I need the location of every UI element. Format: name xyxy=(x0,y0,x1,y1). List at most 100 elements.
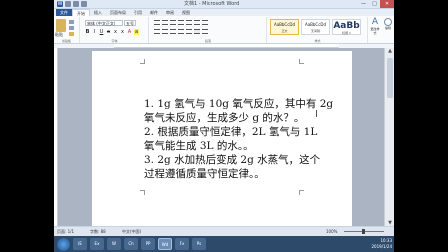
highlight-button[interactable]: a xyxy=(134,29,139,35)
doc-line-3[interactable]: 2. 根据质量守恒定律，2L 氢气与 1L xyxy=(144,125,317,139)
style-heading-1-sample: AaBb xyxy=(333,21,360,31)
strikethrough-button[interactable]: a xyxy=(106,29,111,35)
ribbon-tabs: 文件 开始 插入 页面布局 引用 邮件 审阅 视图 xyxy=(54,8,394,17)
copy-icon[interactable] xyxy=(69,26,74,30)
underline-button[interactable]: U xyxy=(99,29,104,35)
multilevel-list-icon[interactable] xyxy=(170,20,176,25)
window-controls: — □ ✕ xyxy=(358,0,394,8)
bullets-icon[interactable] xyxy=(154,20,160,25)
vertical-scrollbar[interactable]: ▲ ▼ xyxy=(384,48,394,226)
borders-icon[interactable] xyxy=(202,29,208,34)
shading-icon[interactable] xyxy=(194,29,200,34)
taskbar-powerpoint[interactable]: PP xyxy=(141,238,155,250)
system-tray-clock[interactable]: 10:33 2019/1/24 xyxy=(371,238,392,250)
document-area: 1. 1g 氢气与 10g 氧气反应，其中有 2g 氧气未反应，生成多少 g 的… xyxy=(58,48,384,226)
tab-view[interactable]: 视图 xyxy=(178,9,194,16)
redo-icon[interactable] xyxy=(81,1,87,7)
taskbar-photoshop[interactable]: Ps xyxy=(192,238,206,250)
justify-icon[interactable] xyxy=(178,29,184,34)
align-left-icon[interactable] xyxy=(154,29,160,34)
increase-indent-icon[interactable] xyxy=(186,20,192,25)
word-logo-icon: W xyxy=(57,1,63,7)
change-styles-icon: A xyxy=(371,17,379,27)
zoom-slider[interactable] xyxy=(344,229,384,234)
window-title: 文档1 - Microsoft Word xyxy=(184,1,240,7)
text-cursor xyxy=(316,110,317,117)
style-no-spacing-name: 无间隔 xyxy=(310,29,320,33)
taskbar-explorer[interactable]: Ex xyxy=(90,238,104,250)
zoom-slider-knob[interactable] xyxy=(362,229,365,234)
font-name-box[interactable]: 宋体 (中文正文) xyxy=(85,20,123,26)
font-size-box[interactable]: 五号 xyxy=(124,20,136,26)
paragraph-group: 段落 xyxy=(150,17,267,43)
tab-references[interactable]: 引用 xyxy=(130,9,146,16)
format-buttons: B I U a x x A a xyxy=(85,29,139,35)
bold-button[interactable]: B xyxy=(85,29,90,35)
change-styles-label: 更改样式 xyxy=(370,27,380,35)
change-styles-button[interactable]: A 更改样式 xyxy=(370,17,380,36)
subscript-button[interactable]: x xyxy=(113,29,118,35)
align-right-icon[interactable] xyxy=(170,29,176,34)
style-heading-1[interactable]: AaBb 标题 1 xyxy=(332,19,361,35)
paste-icon[interactable] xyxy=(56,19,66,32)
decrease-indent-icon[interactable] xyxy=(178,20,184,25)
align-center-icon[interactable] xyxy=(162,29,168,34)
style-heading-1-name: 标题 1 xyxy=(342,31,351,35)
word-window: W 文档1 - Microsoft Word — □ ✕ 文件 开始 插入 页面… xyxy=(54,0,394,252)
start-button[interactable] xyxy=(57,237,70,251)
tab-insert[interactable]: 插入 xyxy=(90,9,106,16)
line-spacing-icon[interactable] xyxy=(186,29,192,34)
tab-page-layout[interactable]: 页面布局 xyxy=(106,9,130,16)
doc-line-4[interactable]: 氧气能生成 3L 的水。。 xyxy=(144,139,310,153)
sort-icon[interactable] xyxy=(194,20,200,25)
find-icon xyxy=(384,18,392,26)
doc-line-2[interactable]: 氧气未反应，生成多少 g 的水？。 xyxy=(144,111,310,125)
superscript-button[interactable]: x xyxy=(120,29,125,35)
scroll-thumb[interactable] xyxy=(387,58,393,98)
doc-line-6[interactable]: 过程遵循质量守恒定律。。 xyxy=(144,167,310,181)
taskbar: IE Ex W Ch PP Wd Fx Ps 10:33 2019/1/24 xyxy=(54,236,394,252)
italic-button[interactable]: I xyxy=(92,29,97,35)
margin-mark-bottom-right xyxy=(299,190,304,195)
align-buttons xyxy=(154,29,208,34)
styles-group-label: 样式 xyxy=(314,39,321,43)
scroll-up-icon[interactable]: ▲ xyxy=(385,48,394,54)
numbering-icon[interactable] xyxy=(162,20,168,25)
style-no-spacing[interactable]: AaBbCcDd 无间隔 xyxy=(301,19,330,35)
margin-mark-top-left xyxy=(140,59,145,64)
minimize-button[interactable]: — xyxy=(358,0,369,8)
doc-line-5[interactable]: 3. 2g 水加热后变成 2g 水蒸气，这个 xyxy=(144,153,320,167)
edit-label: 编辑 xyxy=(384,26,391,30)
doc-line-1[interactable]: 1. 1g 氢气与 10g 氧气反应，其中有 2g xyxy=(144,97,333,111)
font-group-label: 字体 xyxy=(111,39,118,43)
clipboard-group-label: 剪贴板 xyxy=(61,39,71,43)
quick-access-toolbar: W xyxy=(57,1,87,7)
status-bar: 页面: 1/1 字数: 88 中文(中国) 100% xyxy=(54,226,394,236)
taskbar-firefox[interactable]: Fx xyxy=(175,238,189,250)
tab-mailings[interactable]: 邮件 xyxy=(146,9,162,16)
show-marks-icon[interactable] xyxy=(202,20,208,25)
save-icon[interactable] xyxy=(65,1,71,7)
tab-file[interactable]: 文件 xyxy=(56,9,72,16)
undo-icon[interactable] xyxy=(73,1,79,7)
taskbar-chrome[interactable]: Ch xyxy=(124,238,138,250)
style-normal-name: 正文 xyxy=(281,29,288,33)
clipboard-group: 粘贴 剪贴板 xyxy=(54,17,80,43)
taskbar-word[interactable]: Wd xyxy=(158,238,172,250)
font-color-button[interactable]: A xyxy=(127,29,132,35)
document-page[interactable]: 1. 1g 氢气与 10g 氧气反应，其中有 2g 氧气未反应，生成多少 g 的… xyxy=(92,51,352,226)
styles-group: AaBbCcDd 正文 AaBbCcDd 无间隔 AaBb 标题 1 样式 xyxy=(268,17,368,43)
style-normal[interactable]: AaBbCcDd 正文 xyxy=(270,19,299,35)
ribbon: 粘贴 剪贴板 宋体 (中文正文) 五号 B I U a x x A a 字体 段… xyxy=(54,16,394,44)
title-bar: W 文档1 - Microsoft Word — □ ✕ xyxy=(54,0,394,9)
close-button[interactable]: ✕ xyxy=(380,0,394,8)
maximize-button[interactable]: □ xyxy=(369,0,380,8)
tab-review[interactable]: 审阅 xyxy=(162,9,178,16)
font-group: 宋体 (中文正文) 五号 B I U a x x A a 字体 xyxy=(81,17,149,43)
taskbar-ie[interactable]: IE xyxy=(73,238,87,250)
taskbar-wps[interactable]: W xyxy=(107,238,121,250)
edit-button[interactable]: 编辑 xyxy=(382,18,394,30)
list-buttons xyxy=(154,20,208,25)
format-painter-icon[interactable] xyxy=(69,32,74,36)
cut-icon[interactable] xyxy=(69,20,74,24)
